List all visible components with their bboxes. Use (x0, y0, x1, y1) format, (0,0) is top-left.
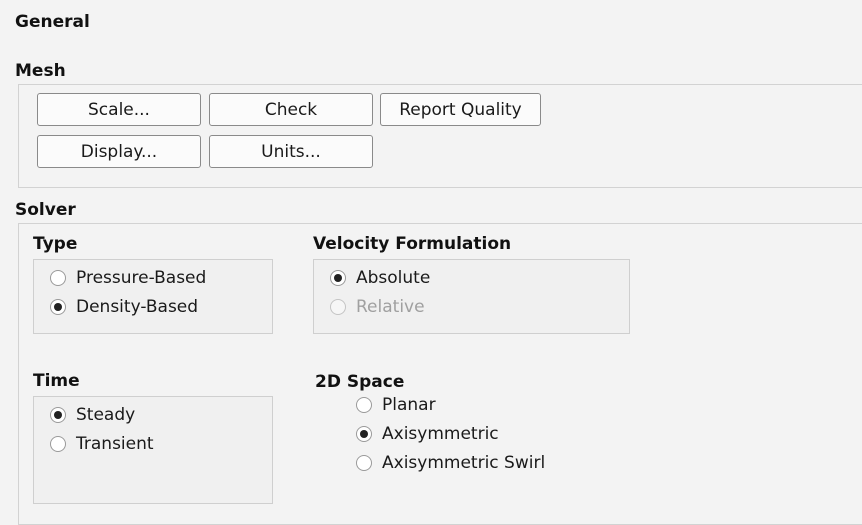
radio-label: Planar (382, 395, 436, 415)
radio-button-icon (330, 299, 346, 315)
radio-button-icon[interactable] (50, 299, 66, 315)
2d-space-title: 2D Space (315, 372, 405, 392)
radio-label: Density-Based (76, 297, 199, 317)
radio-axisymmetric-swirl[interactable]: Axisymmetric Swirl (356, 451, 545, 475)
radio-label: Absolute (356, 268, 431, 288)
radio-absolute[interactable]: Absolute (330, 266, 430, 290)
units-button[interactable]: Units... (209, 135, 373, 168)
radio-label: Transient (76, 434, 154, 454)
radio-label: Steady (76, 405, 136, 425)
radio-density-based[interactable]: Density-Based (50, 295, 198, 319)
mesh-section-title: Mesh (15, 61, 66, 81)
radio-label: Axisymmetric (382, 424, 499, 444)
radio-button-icon[interactable] (50, 270, 66, 286)
radio-relative: Relative (330, 295, 425, 319)
solver-section-title: Solver (15, 200, 76, 220)
radio-button-icon[interactable] (50, 407, 66, 423)
type-group-title: Type (33, 234, 78, 254)
radio-label: Relative (356, 297, 425, 317)
velocity-formulation-title: Velocity Formulation (313, 234, 512, 254)
scale-button[interactable]: Scale... (37, 93, 201, 126)
radio-label: Pressure-Based (76, 268, 207, 288)
radio-button-icon[interactable] (356, 455, 372, 471)
radio-planar[interactable]: Planar (356, 393, 436, 417)
radio-button-icon[interactable] (330, 270, 346, 286)
check-button[interactable]: Check (209, 93, 373, 126)
radio-steady[interactable]: Steady (50, 403, 135, 427)
radio-label: Axisymmetric Swirl (382, 453, 546, 473)
report-quality-button[interactable]: Report Quality (380, 93, 541, 126)
time-group-title: Time (33, 371, 80, 391)
radio-button-icon[interactable] (50, 436, 66, 452)
radio-button-icon[interactable] (356, 397, 372, 413)
radio-pressure-based[interactable]: Pressure-Based (50, 266, 206, 290)
radio-button-icon[interactable] (356, 426, 372, 442)
display-button[interactable]: Display... (37, 135, 201, 168)
radio-transient[interactable]: Transient (50, 432, 154, 456)
radio-axisymmetric[interactable]: Axisymmetric (356, 422, 499, 446)
general-title: General (15, 12, 90, 32)
